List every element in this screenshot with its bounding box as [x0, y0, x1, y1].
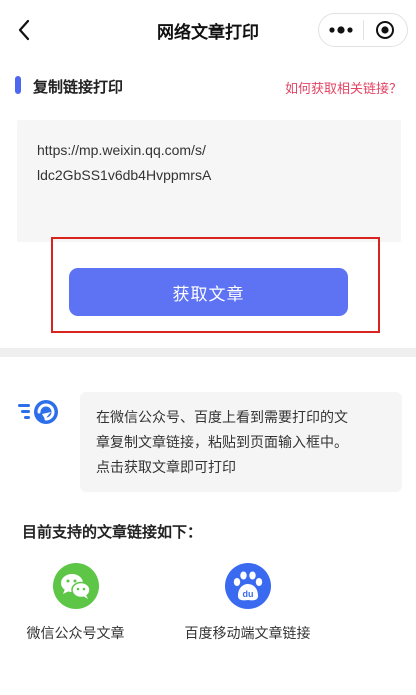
- tip-text-line: 章复制文章链接，粘贴到页面输入框中。: [96, 435, 348, 451]
- source-baidu[interactable]: du 百度移动端文章链接: [170, 563, 325, 643]
- section-divider: [0, 348, 416, 357]
- close-button[interactable]: [364, 14, 408, 46]
- more-button[interactable]: [319, 14, 363, 46]
- speed-arrow-icon: [18, 400, 58, 424]
- supported-links-title: 目前支持的文章链接如下：: [22, 523, 203, 541]
- svg-text:du: du: [242, 589, 253, 599]
- help-link[interactable]: 如何获取相关链接？: [285, 78, 402, 97]
- baidu-paw-icon: du: [224, 563, 271, 609]
- fetch-article-button[interactable]: 获取文章: [69, 268, 348, 316]
- url-input-line: ldc2GbSS1v6db4HvppmrsA: [37, 167, 212, 183]
- section-title: 复制链接打印: [33, 78, 124, 96]
- url-input-line: https://mp.weixin.qq.com/s/: [37, 142, 206, 158]
- source-wechat[interactable]: 微信公众号文章: [8, 563, 143, 643]
- mini-program-capsule: [318, 13, 408, 47]
- wechat-icon: [52, 563, 99, 609]
- navigation-bar: 网络文章打印: [0, 0, 416, 60]
- tip-text-line: 点击获取文章即可打印: [96, 460, 236, 476]
- section-header: 复制链接打印 如何获取相关链接？: [0, 72, 416, 100]
- tip-bubble: 在微信公众号、百度上看到需要打印的文 章复制文章链接，粘贴到页面输入框中。 点击…: [80, 392, 402, 492]
- url-input[interactable]: https://mp.weixin.qq.com/s/ ldc2GbSS1v6d…: [17, 120, 401, 242]
- record-circle-icon: [376, 21, 395, 39]
- more-dots-icon: [329, 26, 353, 34]
- source-label: 微信公众号文章: [26, 626, 125, 642]
- section-accent-bar: [15, 76, 21, 94]
- tip-text-line: 在微信公众号、百度上看到需要打印的文: [96, 410, 348, 426]
- source-label: 百度移动端文章链接: [184, 626, 311, 642]
